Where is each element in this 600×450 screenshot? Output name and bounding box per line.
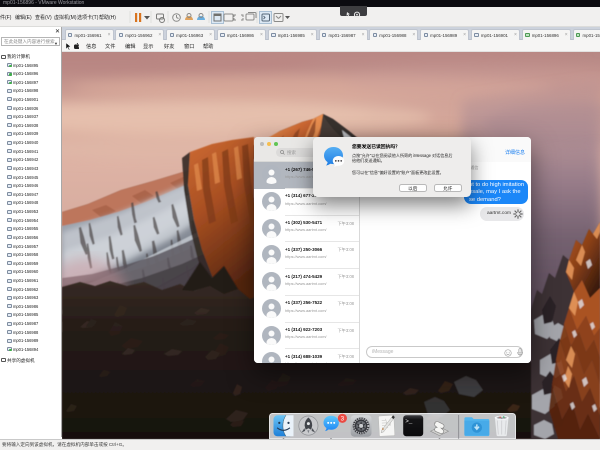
svg-text:>_: >_: [405, 417, 413, 424]
svg-text:3: 3: [340, 415, 344, 422]
